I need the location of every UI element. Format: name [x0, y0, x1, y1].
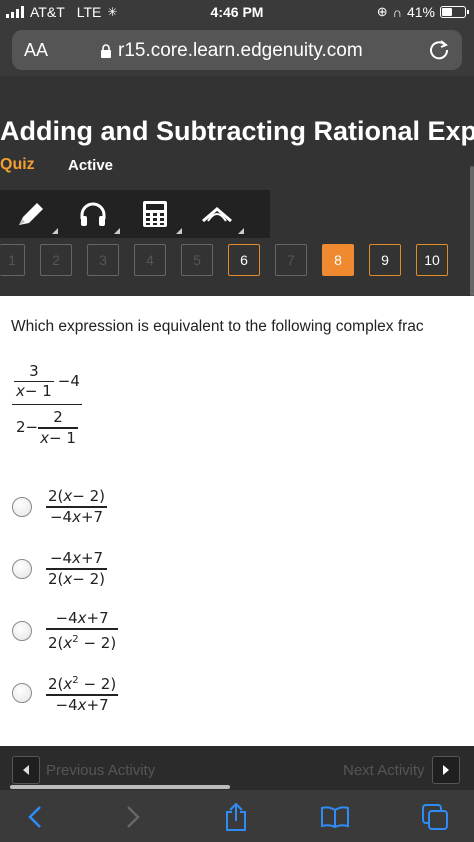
battery-icon	[440, 6, 469, 18]
audio-tool-button[interactable]	[62, 190, 124, 238]
book-icon	[321, 806, 349, 829]
question-nav-3[interactable]: 3	[87, 244, 119, 276]
expr-bottom-denominator: x− 1	[40, 428, 76, 447]
share-button[interactable]	[221, 802, 251, 832]
headphones-icon	[80, 202, 106, 226]
radio-button[interactable]	[12, 559, 32, 579]
tool-strip	[0, 190, 270, 238]
radio-button[interactable]	[12, 497, 32, 517]
radio-button[interactable]	[12, 683, 32, 703]
bookmarks-button[interactable]	[320, 802, 350, 832]
choice-c-numerator: −4x+7	[55, 609, 109, 628]
choice-a-numerator: 2(x− 2)	[48, 487, 106, 506]
status-bar: AT&T LTE ✳ 4:46 PM ⊕ ∩ 41%	[0, 0, 474, 26]
expr-top-numerator: 3	[29, 362, 39, 380]
question-nav-4[interactable]: 4	[134, 244, 166, 276]
tabs-button[interactable]	[420, 802, 450, 832]
choice-b-denominator: 2(x− 2)	[48, 569, 106, 588]
question-prompt: Which expression is equivalent to the fo…	[11, 318, 424, 335]
tabs-icon	[422, 804, 448, 830]
orientation-lock-icon: ⊕	[376, 4, 388, 19]
answer-choices: 2(x− 2) −4x+7 −4x+7 2(x− 2) −4x+7 2(x2 −…	[12, 476, 119, 724]
question-nav-7[interactable]: 7	[275, 244, 307, 276]
activity-header: Adding and Subtracting Rational Exp Quiz…	[0, 76, 474, 296]
question-nav-5[interactable]: 5	[181, 244, 213, 276]
url-text[interactable]: r15.core.learn.edgenuity.com	[118, 40, 363, 62]
caret-left-icon	[23, 765, 29, 775]
reload-icon[interactable]	[428, 38, 450, 60]
share-icon	[226, 802, 246, 831]
choice-c-denominator: 2(x2 − 2)	[48, 633, 117, 652]
question-nav-8[interactable]: 8	[322, 244, 354, 276]
activity-status-label: Active	[68, 157, 114, 174]
battery-percent: 41%	[406, 4, 435, 20]
next-activity-label[interactable]: Next Activity	[343, 762, 425, 779]
browser-toolbar	[0, 790, 474, 842]
answer-choice-b[interactable]: −4x+7 2(x− 2)	[12, 538, 118, 600]
radio-button[interactable]	[12, 621, 32, 641]
address-bar[interactable]: AA r15.core.learn.edgenuity.com	[12, 30, 462, 70]
choice-d-denominator: −4x+7	[55, 695, 109, 714]
answer-choice-c[interactable]: −4x+7 2(x2 − 2)	[12, 600, 119, 662]
question-nav-1[interactable]: 1	[0, 244, 25, 276]
question-navigator: 1 2 3 4 5 6 7 8 9 10	[0, 244, 448, 276]
reference-tool-button[interactable]	[186, 190, 248, 238]
lock-icon	[101, 43, 111, 58]
calculator-tool-button[interactable]	[124, 190, 186, 238]
answer-choice-a[interactable]: 2(x− 2) −4x+7	[12, 476, 118, 538]
browser-address-area: AA r15.core.learn.edgenuity.com	[0, 26, 474, 76]
activity-type-label: Quiz	[0, 156, 35, 173]
pencil-tool-button[interactable]	[0, 190, 62, 238]
calculator-icon	[143, 201, 167, 227]
question-panel: Which expression is equivalent to the fo…	[0, 296, 474, 746]
forward-chevron-icon	[127, 806, 140, 828]
question-nav-6[interactable]: 6	[228, 244, 260, 276]
expr-bottom-numerator: 2	[53, 408, 63, 427]
back-chevron-icon	[28, 806, 41, 828]
reference-icon	[202, 207, 232, 223]
choice-b-numerator: −4x+7	[49, 549, 104, 568]
scrollbar[interactable]	[470, 166, 474, 296]
choice-d-numerator: 2(x2 − 2)	[48, 675, 117, 694]
choice-a-denominator: −4x+7	[49, 507, 104, 526]
question-nav-9[interactable]: 9	[369, 244, 401, 276]
previous-activity-button[interactable]	[12, 756, 40, 784]
forward-button[interactable]	[118, 802, 148, 832]
question-nav-2[interactable]: 2	[40, 244, 72, 276]
expr-top-denominator: x− 1	[16, 382, 52, 401]
question-nav-10[interactable]: 10	[416, 244, 448, 276]
next-activity-button[interactable]	[432, 756, 460, 784]
headphones-status-icon: ∩	[392, 4, 402, 20]
previous-activity-label[interactable]: Previous Activity	[46, 762, 155, 779]
pencil-icon	[19, 203, 43, 225]
complex-fraction: 3 x− 1 −4 2− 2 x− 1	[12, 362, 82, 448]
answer-choice-d[interactable]: 2(x2 − 2) −4x+7	[12, 662, 119, 724]
back-button[interactable]	[20, 802, 50, 832]
page-title: Adding and Subtracting Rational Exp	[0, 116, 474, 146]
reader-settings-button[interactable]: AA	[24, 40, 48, 61]
expr-bottom-lead: 2−	[16, 418, 39, 437]
caret-right-icon	[443, 765, 449, 775]
expr-top-tail: −4	[57, 372, 80, 391]
